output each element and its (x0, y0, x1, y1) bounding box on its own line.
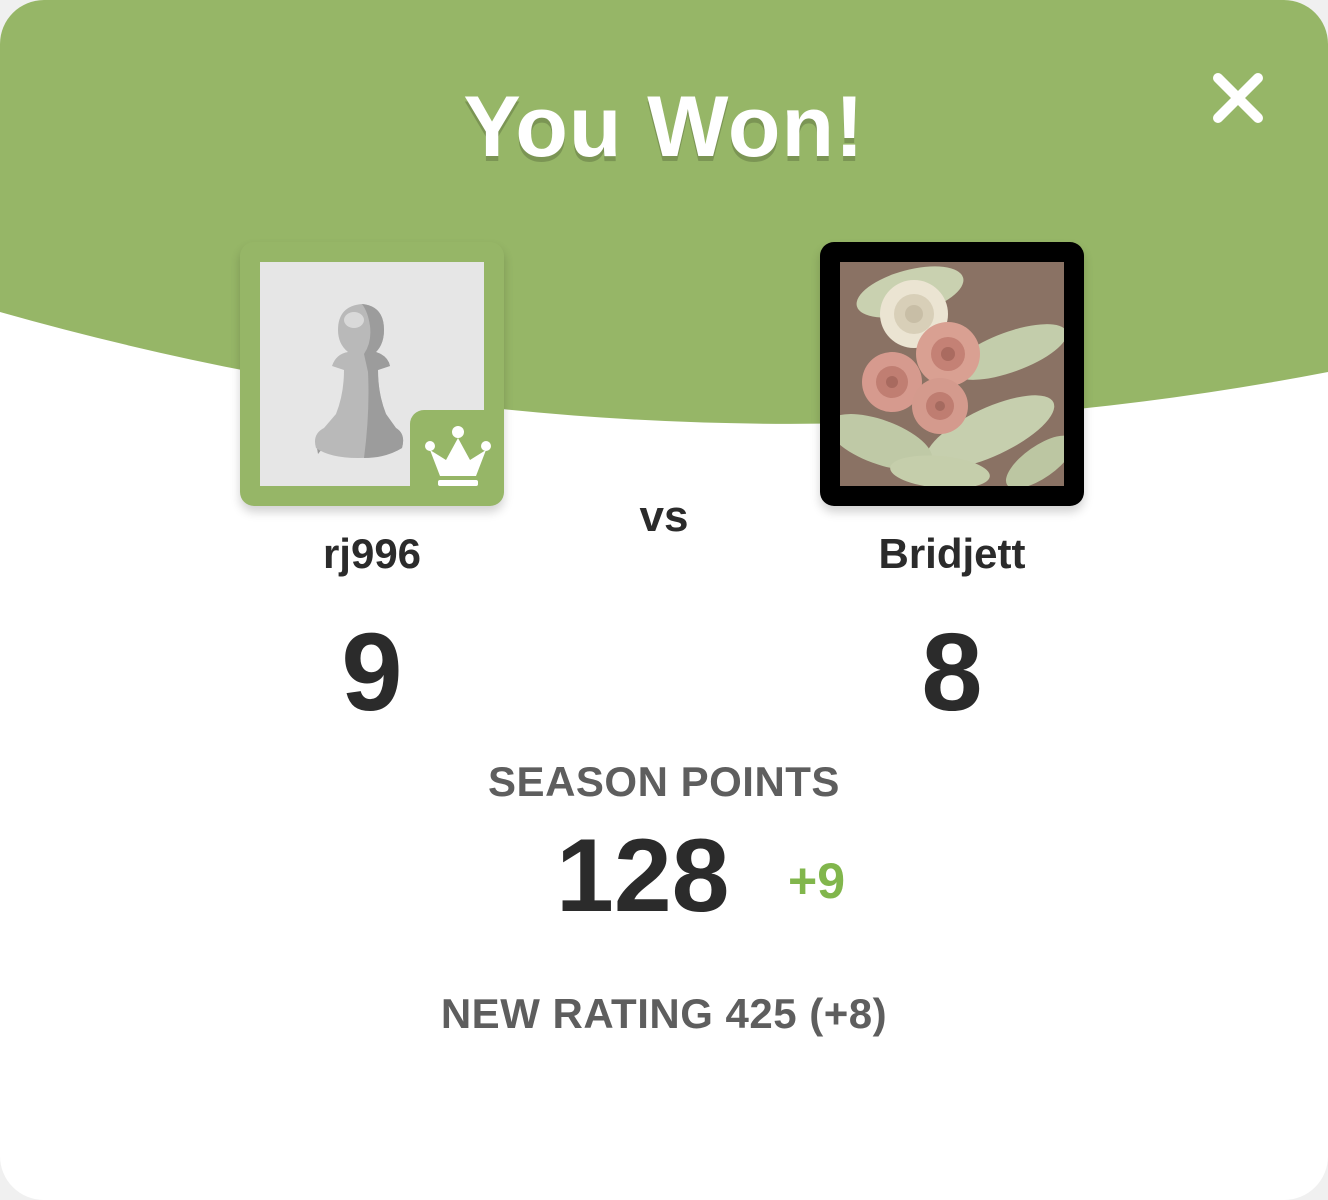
versus-label: vs (639, 492, 689, 541)
season-points-value: 128 (556, 818, 730, 934)
opponent-avatar[interactable] (820, 242, 1084, 506)
season-points-label: SEASON POINTS (488, 758, 840, 805)
winner-crown-badge (410, 410, 504, 504)
roses-photo (840, 262, 1064, 486)
season-points-row: 128 +9 (0, 818, 1328, 934)
opponent-score: 8 (921, 611, 983, 734)
new-rating: NEW RATING 425 (+8) (440, 990, 888, 1037)
player-name[interactable]: rj996 (172, 530, 572, 578)
result-title: You Won! (463, 79, 865, 175)
season-points-delta: +9 (788, 853, 846, 909)
close-icon (1213, 73, 1263, 123)
opponent-name[interactable]: Bridjett (752, 530, 1152, 578)
crown-icon (425, 426, 491, 486)
game-over-modal: You Won! vs rj996 Bridjett 9 8 SEASON PO… (0, 0, 1328, 1200)
header-background (0, 0, 1328, 424)
player-score: 9 (341, 611, 403, 734)
close-button[interactable] (1200, 60, 1276, 136)
